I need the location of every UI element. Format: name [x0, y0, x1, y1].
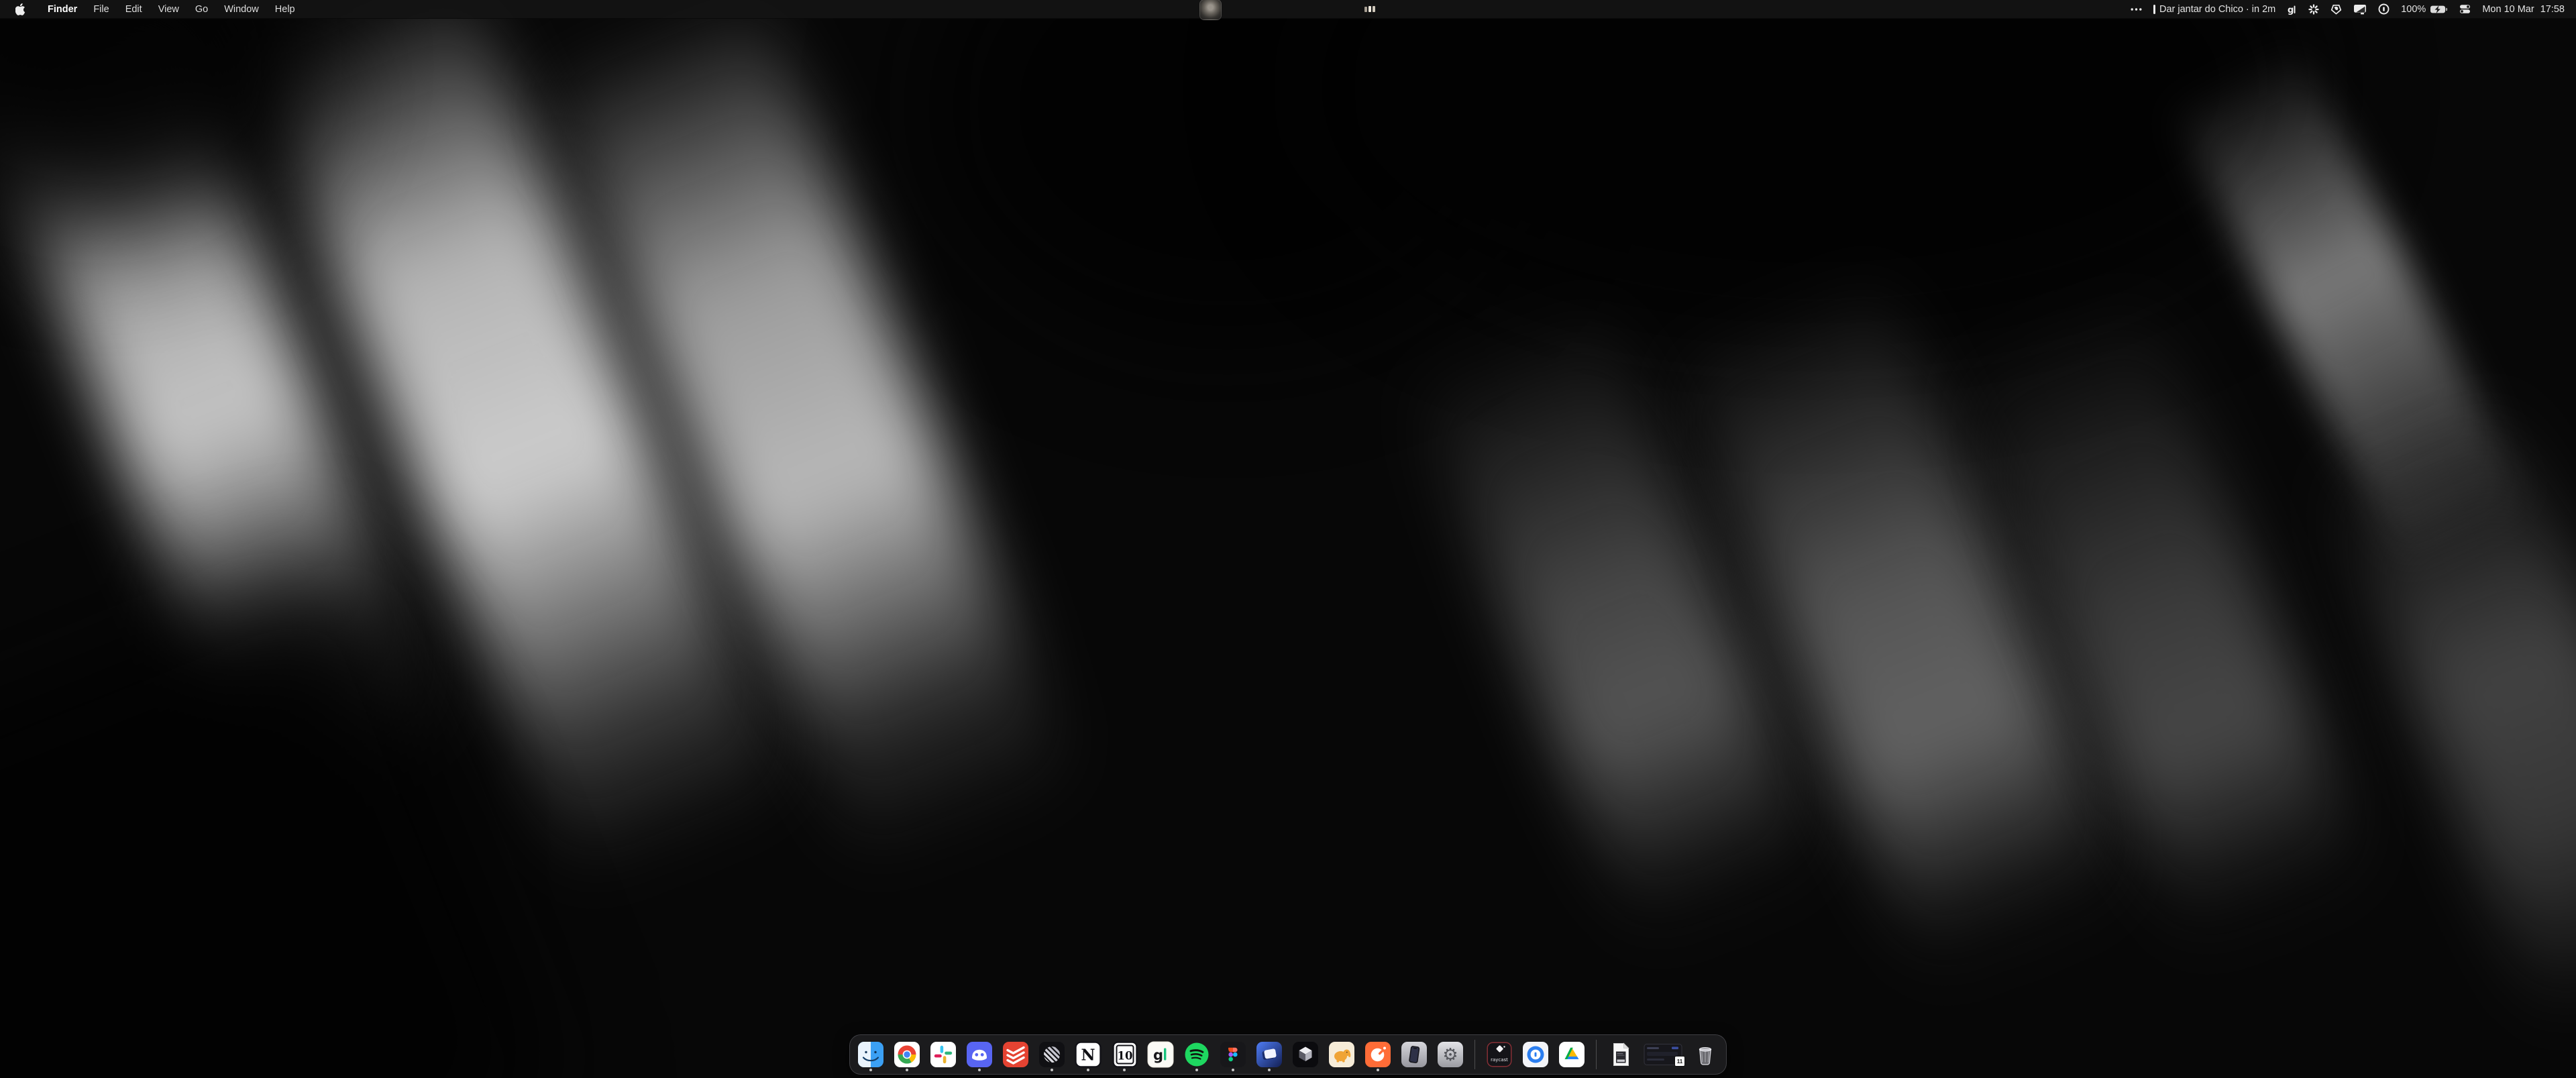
dock-item-google-drive[interactable] [1558, 1037, 1586, 1072]
iphone-mirroring-icon [1401, 1041, 1428, 1068]
window-app-badge: 11 [1674, 1056, 1685, 1067]
battery-percent: 100% [2401, 4, 2426, 15]
running-indicator [906, 1069, 908, 1071]
postico-icon [1328, 1041, 1355, 1068]
svg-text:raycast: raycast [1491, 1057, 1508, 1063]
dock-item-trash[interactable] [1691, 1037, 1719, 1072]
flower-asterisk-icon[interactable] [2308, 4, 2319, 15]
dock-item-slack[interactable] [929, 1037, 957, 1072]
finder-icon [857, 1041, 884, 1068]
discord-icon [966, 1041, 993, 1068]
running-indicator [1268, 1069, 1271, 1071]
raycast-icon: raycast [1486, 1041, 1513, 1068]
dock-item-granola[interactable]: g [1146, 1037, 1175, 1072]
menu-edit[interactable]: Edit [118, 4, 150, 15]
spline-icon [1292, 1041, 1319, 1068]
svg-text:⚙: ⚙ [1442, 1045, 1458, 1065]
menu-window[interactable]: Window [217, 4, 266, 15]
figma-icon [1220, 1041, 1246, 1068]
postman-icon [1364, 1041, 1391, 1068]
running-indicator [1377, 1069, 1379, 1071]
battery-charging-icon [2430, 5, 2448, 14]
running-indicator [1051, 1069, 1053, 1071]
dock-separator [1474, 1040, 1475, 1069]
desktop-wallpaper [0, 0, 2576, 1078]
menu-bar-status: Dar jantar do Chico · in 2m g 100% Mon 1… [2131, 0, 2576, 18]
menu-file[interactable]: File [86, 4, 116, 15]
battery-widget[interactable]: 100% [2401, 4, 2448, 15]
document-icon [1607, 1041, 1634, 1068]
apple-menu-icon[interactable] [11, 3, 30, 15]
dock-item-todoist[interactable] [1002, 1037, 1030, 1072]
running-indicator [1195, 1069, 1198, 1071]
calendar-event-widget[interactable]: Dar jantar do Chico · in 2m [2153, 4, 2275, 15]
spotify-icon [1183, 1041, 1210, 1068]
menu-help[interactable]: Help [268, 4, 303, 15]
menu-bar-left: Finder File Edit View Go Window Help [0, 3, 303, 15]
notion-icon: N [1075, 1041, 1102, 1068]
slack-icon [930, 1041, 957, 1068]
running-indicator [1087, 1069, 1089, 1071]
dock-item-document[interactable] [1607, 1037, 1635, 1072]
screen-studio-icon [1256, 1041, 1283, 1068]
event-color-bar [2153, 5, 2155, 14]
google-drive-icon [1558, 1041, 1585, 1068]
dock-item-spotify[interactable] [1183, 1037, 1211, 1072]
linear-icon [1038, 1041, 1065, 1068]
dock-panel: N 10 g ⚙ raycast 11 [849, 1034, 1727, 1075]
settings-icon: ⚙ [1437, 1041, 1464, 1068]
display-mirroring-icon[interactable] [2353, 4, 2367, 15]
one-password-icon [1522, 1041, 1549, 1068]
menu-bar-clock[interactable]: Mon 10 Mar 17:58 [2482, 4, 2565, 15]
menu-view[interactable]: View [151, 4, 186, 15]
svg-text:10: 10 [1118, 1050, 1133, 1063]
menu-go[interactable]: Go [188, 4, 215, 15]
dock-item-one-password[interactable] [1521, 1037, 1550, 1072]
wallpaper-shadow [0, 0, 309, 228]
notion-calendar-icon: 10 [1111, 1041, 1138, 1068]
clock-time: 17:58 [2540, 4, 2565, 15]
one-password-menu-icon[interactable] [2378, 3, 2390, 15]
running-indicator [869, 1069, 872, 1071]
chrome-icon [894, 1041, 920, 1068]
menu-bar: Finder File Edit View Go Window Help Dar… [0, 0, 2576, 19]
clock-date: Mon 10 Mar [2482, 4, 2534, 15]
running-indicator [1232, 1069, 1234, 1071]
dock-item-screen-studio[interactable] [1255, 1037, 1283, 1072]
event-text: Dar jantar do Chico · in 2m [2159, 4, 2275, 15]
running-indicator [1123, 1069, 1126, 1071]
control-center-icon[interactable] [2459, 4, 2471, 14]
dock-item-notion-calendar[interactable]: 10 [1110, 1037, 1138, 1072]
dock-item-postman[interactable] [1364, 1037, 1392, 1072]
dock-item-settings[interactable]: ⚙ [1436, 1037, 1464, 1072]
svg-text:g: g [2288, 5, 2294, 15]
dock-item-chrome[interactable] [893, 1037, 921, 1072]
dock-separator [1596, 1040, 1597, 1069]
granola-icon: g [1147, 1041, 1174, 1068]
app-menu-title[interactable]: Finder [40, 4, 85, 15]
level-meter-icon[interactable] [1364, 6, 1375, 12]
dock-item-minimized-window[interactable]: 11 [1643, 1037, 1683, 1072]
trash-icon [1692, 1041, 1719, 1068]
dock-item-notion[interactable]: N [1074, 1037, 1102, 1072]
dock-item-spline[interactable] [1291, 1037, 1320, 1072]
dock: N 10 g ⚙ raycast 11 [849, 1034, 1727, 1075]
dock-item-discord[interactable] [965, 1037, 994, 1072]
dock-item-raycast[interactable]: raycast [1485, 1037, 1513, 1072]
dock-item-figma[interactable] [1219, 1037, 1247, 1072]
running-indicator [978, 1069, 981, 1071]
svg-text:g: g [1153, 1047, 1163, 1063]
dock-item-linear[interactable] [1038, 1037, 1066, 1072]
granola-menu-icon[interactable]: g [2287, 4, 2297, 15]
todoist-icon [1002, 1041, 1029, 1068]
dock-item-postico[interactable] [1328, 1037, 1356, 1072]
capture-shape-icon[interactable] [2330, 4, 2342, 15]
wallpaper-streak [2308, 363, 2576, 1033]
user-avatar[interactable] [1199, 0, 1222, 20]
svg-text:N: N [1081, 1046, 1095, 1065]
dock-item-iphone-mirroring[interactable] [1400, 1037, 1428, 1072]
dock-item-finder[interactable] [857, 1037, 885, 1072]
overflow-ellipsis-icon[interactable] [2131, 7, 2142, 11]
